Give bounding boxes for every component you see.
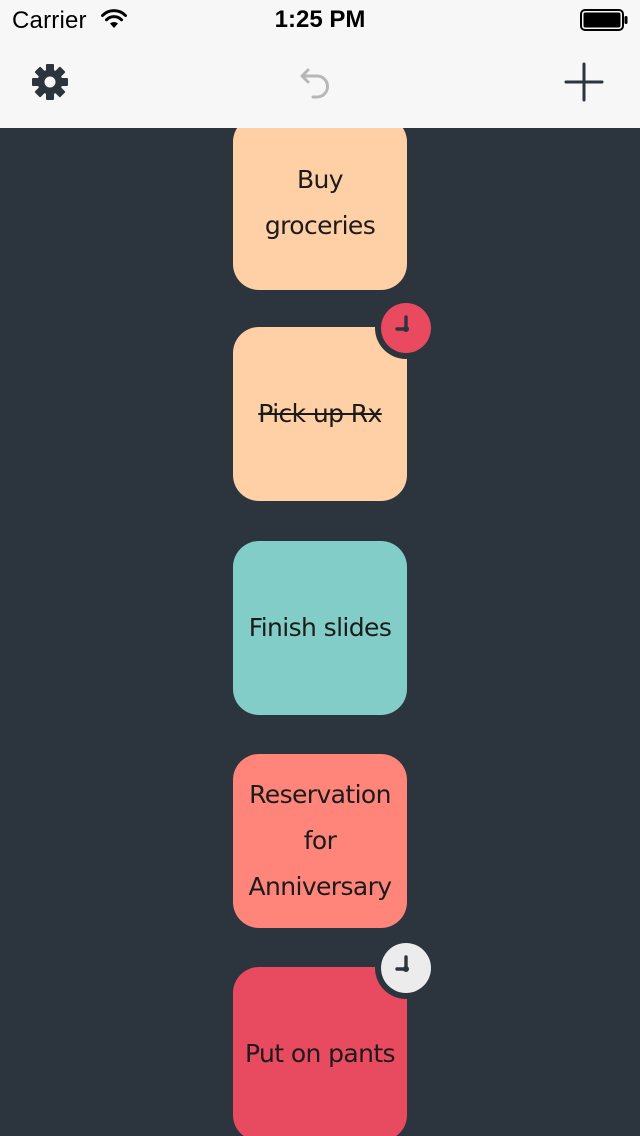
battery-icon — [580, 9, 628, 31]
reminder-badge[interactable] — [375, 297, 437, 359]
task-label: Finish slides — [248, 613, 392, 642]
task-card[interactable]: Pick up Rx — [233, 327, 407, 501]
task-card[interactable]: Finish slides — [233, 541, 407, 715]
undo-button[interactable] — [272, 40, 360, 128]
task-label: Reservation for Anniversary — [248, 780, 392, 901]
clock-icon — [381, 303, 431, 353]
task-card[interactable]: Reservation for Anniversary — [233, 754, 407, 928]
task-label: Pick up Rx — [258, 399, 382, 428]
settings-button[interactable] — [6, 40, 94, 128]
task-card[interactable]: Put on pants — [233, 967, 407, 1136]
status-time: 1:25 PM — [274, 6, 366, 33]
plus-icon — [564, 62, 604, 106]
task-card[interactable]: Buy groceries — [233, 128, 407, 290]
reminder-badge[interactable] — [375, 937, 437, 999]
gear-icon — [31, 63, 69, 105]
add-task-button[interactable] — [540, 40, 628, 128]
toolbar — [0, 40, 640, 128]
task-label: Put on pants — [245, 1039, 396, 1068]
clock-icon — [381, 943, 431, 993]
undo-icon — [298, 62, 334, 106]
task-label: Buy groceries — [264, 165, 376, 240]
task-list[interactable]: Buy groceries Pick up Rx Finish slides Rese… — [0, 128, 640, 1136]
status-bar: Carrier 1:25 PM — [0, 0, 640, 40]
